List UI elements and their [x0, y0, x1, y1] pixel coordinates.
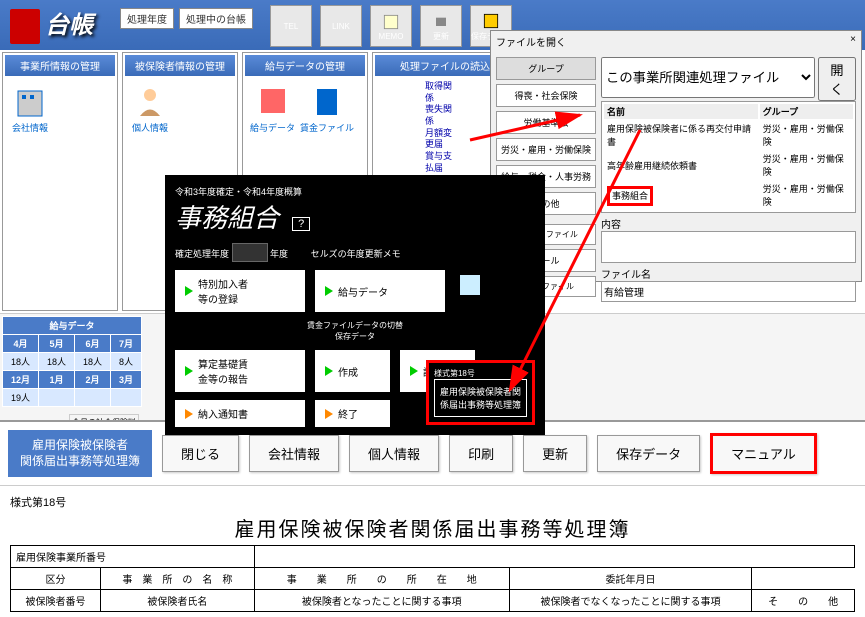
section-header: 給与データの管理 — [245, 55, 365, 76]
panel-subtitle: 令和3年度確定・令和4年度概算 — [175, 185, 535, 198]
salary-table: 給与データ 4月5月6月7月18人18人18人8人12月1月2月3月19人 — [2, 316, 142, 407]
ledger-button[interactable]: 処理中の台帳 — [179, 8, 253, 29]
list-item[interactable]: 労働保険新規適用労災・雇用・労働保険 — [604, 211, 853, 213]
calc-report-button[interactable]: 算定基礎賃 金等の報告 — [175, 350, 305, 392]
close-button[interactable]: 閉じる — [162, 435, 239, 472]
group-button[interactable]: 労働基準法 — [496, 111, 596, 134]
print-button[interactable]: 印刷 — [449, 435, 513, 472]
dialog-title: ファイルを開く — [496, 34, 566, 49]
list-item[interactable]: 高年齢雇用継続依頼書労災・雇用・労働保険 — [604, 151, 853, 179]
form-window: 雇用保険被保険者 関係届出事務等処理簿 閉じる 会社情報 個人情報 印刷 更新 … — [0, 420, 865, 617]
group-header: グループ — [496, 57, 596, 80]
update-button[interactable]: 更新 — [523, 435, 587, 472]
note-text: 保存データ — [175, 331, 535, 342]
group-button[interactable]: 得喪・社会保険 — [496, 84, 596, 107]
filename-label: ファイル名 — [601, 270, 651, 281]
close-button[interactable]: × — [850, 34, 856, 49]
open-button[interactable]: 開く — [818, 57, 856, 101]
link-button[interactable]: LINK — [320, 5, 362, 47]
panel-title: 事務組合 — [175, 204, 279, 233]
year-input[interactable] — [232, 243, 268, 262]
group-button-labor[interactable]: 労災・雇用・労働保険 — [496, 138, 596, 161]
file-open-dialog: ファイルを開く× グループ 得喪・社会保険 労働基準法 労災・雇用・労働保険 給… — [490, 30, 862, 282]
form-title: 雇用保険被保険者 関係届出事務等処理簿 — [8, 430, 152, 477]
file-item[interactable]: 賞与支払届 — [425, 151, 459, 174]
filename-value: 有給管理 — [601, 281, 856, 302]
person-info-button[interactable]: 個人情報 — [130, 81, 170, 134]
section-header: 被保険者情報の管理 — [125, 55, 235, 76]
list-item[interactable]: 事務組合労災・雇用・労働保険 — [604, 181, 853, 209]
create-button[interactable]: 作成 — [315, 350, 390, 392]
manual-button[interactable]: マニュアル — [710, 433, 817, 474]
company-button[interactable]: 会社情報 — [249, 435, 339, 472]
special-register-button[interactable]: 特別加入者 等の登録 — [175, 270, 305, 312]
payment-notice-button[interactable]: 納入通知書 — [175, 400, 305, 427]
update-button[interactable]: 更新 — [420, 5, 462, 47]
file-item[interactable]: 取得関係 — [425, 81, 459, 104]
form-heading: 雇用保険被保険者関係届出事務等処理簿 — [10, 513, 855, 542]
file-list[interactable]: 名前グループ雇用保険被保険者に係る再交付申請書労災・雇用・労働保険高年齢雇用継続… — [601, 101, 856, 213]
note-text: 賃金ファイルデータの切替 — [175, 320, 535, 331]
memo-button[interactable]: MEMO — [370, 5, 412, 47]
person-button[interactable]: 個人情報 — [349, 435, 439, 472]
salary-data-button[interactable]: 給与データ — [250, 81, 295, 134]
jimukumiai-panel: 令和3年度確定・令和4年度概算 事務組合 ? 確定処理年度 年度 セルズの年度更… — [165, 175, 545, 435]
tel-button[interactable]: TEL — [270, 5, 312, 47]
app-logo: 台帳 — [10, 5, 93, 44]
savedata-button[interactable]: 保存データ — [597, 435, 700, 472]
file-item[interactable]: 月額変更届 — [425, 128, 459, 151]
form-number: 様式第18号 — [10, 494, 855, 510]
form18-button[interactable]: 様式第18号 雇用保険被保険者関 係届出事務等処理簿 — [426, 360, 535, 425]
note-icon — [455, 270, 485, 300]
year-button[interactable]: 処理年度 — [120, 8, 174, 29]
form-table: 雇用保険事業所番号 区分事 業 所 の 名 称事 業 所 の 所 在 地委託年月… — [10, 545, 855, 612]
file-item[interactable]: 喪失関係 — [425, 104, 459, 127]
content-label: 内容 — [601, 220, 621, 231]
section-header: 事業所情報の管理 — [5, 55, 115, 76]
list-item[interactable]: 雇用保険被保険者に係る再交付申請書労災・雇用・労働保険 — [604, 121, 853, 149]
file-combo[interactable]: この事業所関連処理ファイル — [601, 57, 815, 98]
help-button[interactable]: ? — [292, 217, 310, 231]
salary-data-button[interactable]: 給与データ — [315, 270, 445, 312]
wage-file-button[interactable]: 賃金ファイル — [300, 81, 354, 134]
company-info-button[interactable]: 会社情報 — [10, 81, 50, 134]
exit-button[interactable]: 終了 — [315, 400, 390, 427]
